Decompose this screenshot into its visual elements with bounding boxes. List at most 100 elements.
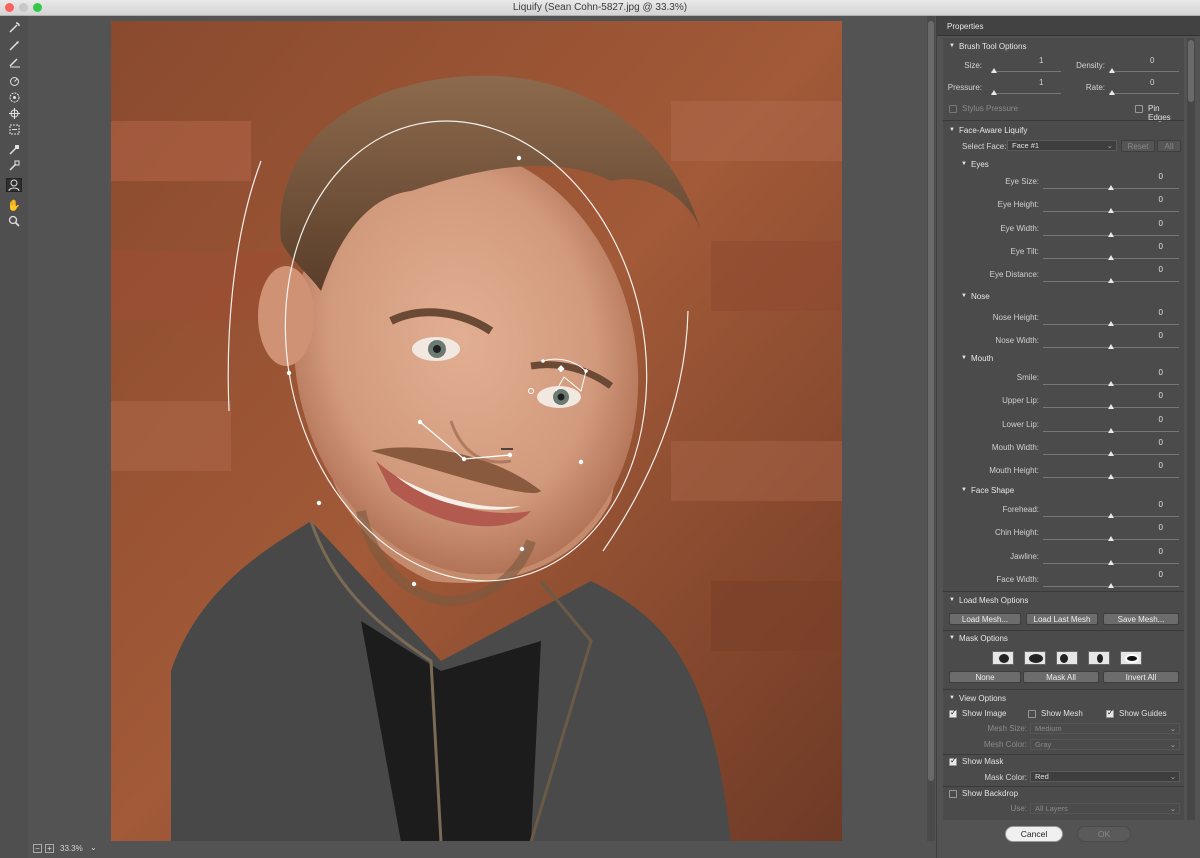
slider-knob[interactable] [1108,381,1114,386]
slider-knob[interactable] [1108,208,1114,214]
zoom-out-button[interactable]: − [33,844,42,853]
slider-value-field[interactable]: 0 [1133,331,1167,343]
select-face-dropdown[interactable]: Face #1 ⌄ [1007,140,1117,151]
slider-track[interactable] [1043,427,1179,433]
twirl-tool-icon[interactable] [6,74,22,88]
slider-value-field[interactable]: 0 [1133,570,1167,582]
slider-value-field[interactable]: 0 [1133,242,1167,254]
slider-track[interactable] [1043,450,1179,456]
pressure-slider[interactable] [991,90,1061,95]
slider-track[interactable] [1043,344,1179,350]
thaw-mask-tool-icon[interactable] [6,158,22,172]
slider-knob[interactable] [1108,582,1114,588]
show-mesh-checkbox[interactable] [1028,710,1036,718]
slider-value-field[interactable]: 0 [1133,523,1167,535]
slider-track[interactable] [1043,321,1179,326]
rate-slider[interactable] [1109,90,1179,95]
portrait-photo[interactable] [111,21,842,842]
subsection-eyes[interactable]: ▼ Eyes [943,158,1184,172]
forward-warp-tool-icon[interactable] [6,20,22,34]
subsection-nose[interactable]: ▼ Nose [943,290,1184,304]
reconstruct-tool-icon[interactable] [6,38,22,52]
slider-knob[interactable] [1108,344,1114,350]
slider-value-field[interactable]: 0 [1133,265,1167,277]
slider-knob[interactable] [1108,450,1114,456]
smooth-tool-icon[interactable] [6,54,22,68]
mesh-size-dropdown[interactable]: Medium ⌄ [1030,723,1180,734]
load-last-mesh-button[interactable]: Load Last Mesh [1026,613,1098,625]
load-mesh-button[interactable]: Load Mesh... [949,613,1021,625]
slider-knob[interactable] [1108,254,1114,260]
freeze-mask-tool-icon[interactable] [6,142,22,156]
density-slider[interactable] [1109,68,1179,73]
slider-track[interactable] [1043,582,1179,588]
slider-value-field[interactable]: 0 [1133,415,1167,427]
size-slider[interactable] [991,68,1061,73]
mask-intersect-icon[interactable] [1088,651,1110,665]
subsection-face-shape[interactable]: ▼ Face Shape [943,484,1184,498]
slider-track[interactable] [1043,559,1179,565]
mask-add-icon[interactable] [1024,651,1046,665]
push-left-tool-icon[interactable] [6,122,22,136]
section-load-mesh-options[interactable]: ▼ Load Mesh Options [943,594,1184,608]
slider-knob[interactable] [1108,474,1114,480]
slider-track[interactable] [1043,208,1179,214]
slider-value-field[interactable]: 0 [1133,500,1167,512]
slider-track[interactable] [1043,474,1179,480]
slider-track[interactable] [1043,536,1179,542]
slider-value-field[interactable]: 0 [1133,172,1167,184]
show-image-checkbox[interactable] [949,708,957,718]
slider-value-field[interactable]: 0 [1133,391,1167,403]
slider-track[interactable] [1043,254,1179,260]
properties-scroll-thumb[interactable] [1188,40,1194,102]
mask-invert-icon[interactable] [1120,651,1142,665]
mask-color-dropdown[interactable]: Red ⌄ [1030,771,1180,782]
slider-value-field[interactable]: 0 [1133,195,1167,207]
slider-value-field[interactable]: 0 [1133,547,1167,559]
slider-knob[interactable] [1108,278,1114,284]
slider-knob[interactable] [1108,536,1114,542]
slider-value-field[interactable]: 0 [1133,461,1167,473]
section-view-options[interactable]: ▼ View Options [943,692,1184,706]
face-reset-button[interactable]: Reset [1121,140,1155,152]
mask-replace-icon[interactable] [992,651,1014,665]
section-brush-tool-options[interactable]: ▼ Brush Tool Options [943,40,1184,54]
canvas-scroll-thumb[interactable] [928,21,934,781]
bloat-tool-icon[interactable] [6,106,22,120]
slider-track[interactable] [1043,513,1179,518]
canvas-vertical-scrollbar[interactable] [927,16,935,841]
save-mesh-button[interactable]: Save Mesh... [1103,613,1179,625]
pucker-tool-icon[interactable] [6,90,22,104]
show-backdrop-checkbox[interactable] [949,790,957,798]
slider-value-field[interactable]: 0 [1133,308,1167,320]
zoom-tool-icon[interactable] [6,214,22,228]
mesh-color-dropdown[interactable]: Gray ⌄ [1030,739,1180,750]
ok-button[interactable]: OK [1077,826,1131,842]
slider-value-field[interactable]: 0 [1133,438,1167,450]
subsection-mouth[interactable]: ▼ Mouth [943,352,1184,366]
zoom-dropdown-icon[interactable]: ⌄ [90,843,97,852]
slider-knob[interactable] [1108,513,1114,518]
mask-subtract-icon[interactable] [1056,651,1078,665]
cancel-button[interactable]: Cancel [1005,826,1063,842]
slider-track[interactable] [1043,404,1179,410]
slider-value-field[interactable]: 0 [1133,219,1167,231]
slider-value-field[interactable]: 0 [1133,368,1167,380]
use-layers-dropdown[interactable]: All Layers ⌄ [1030,803,1180,814]
hand-tool-icon[interactable]: ✋ [6,198,22,212]
slider-knob[interactable] [1108,231,1114,237]
stylus-pressure-checkbox[interactable] [949,105,957,113]
slider-knob[interactable] [1108,559,1114,565]
face-tool-icon[interactable] [6,178,22,192]
properties-scrollbar[interactable] [1187,38,1195,820]
slider-track[interactable] [1043,231,1179,237]
face-all-button[interactable]: All [1157,140,1181,152]
pin-edges-checkbox[interactable] [1135,105,1143,113]
show-guides-checkbox[interactable] [1106,708,1114,718]
show-mask-checkbox[interactable] [949,756,957,766]
section-face-aware-liquify[interactable]: ▼ Face-Aware Liquify [943,124,1184,138]
slider-knob[interactable] [1108,321,1114,326]
slider-track[interactable] [1043,185,1179,190]
invert-all-button[interactable]: Invert All [1103,671,1179,683]
slider-knob[interactable] [1108,427,1114,433]
